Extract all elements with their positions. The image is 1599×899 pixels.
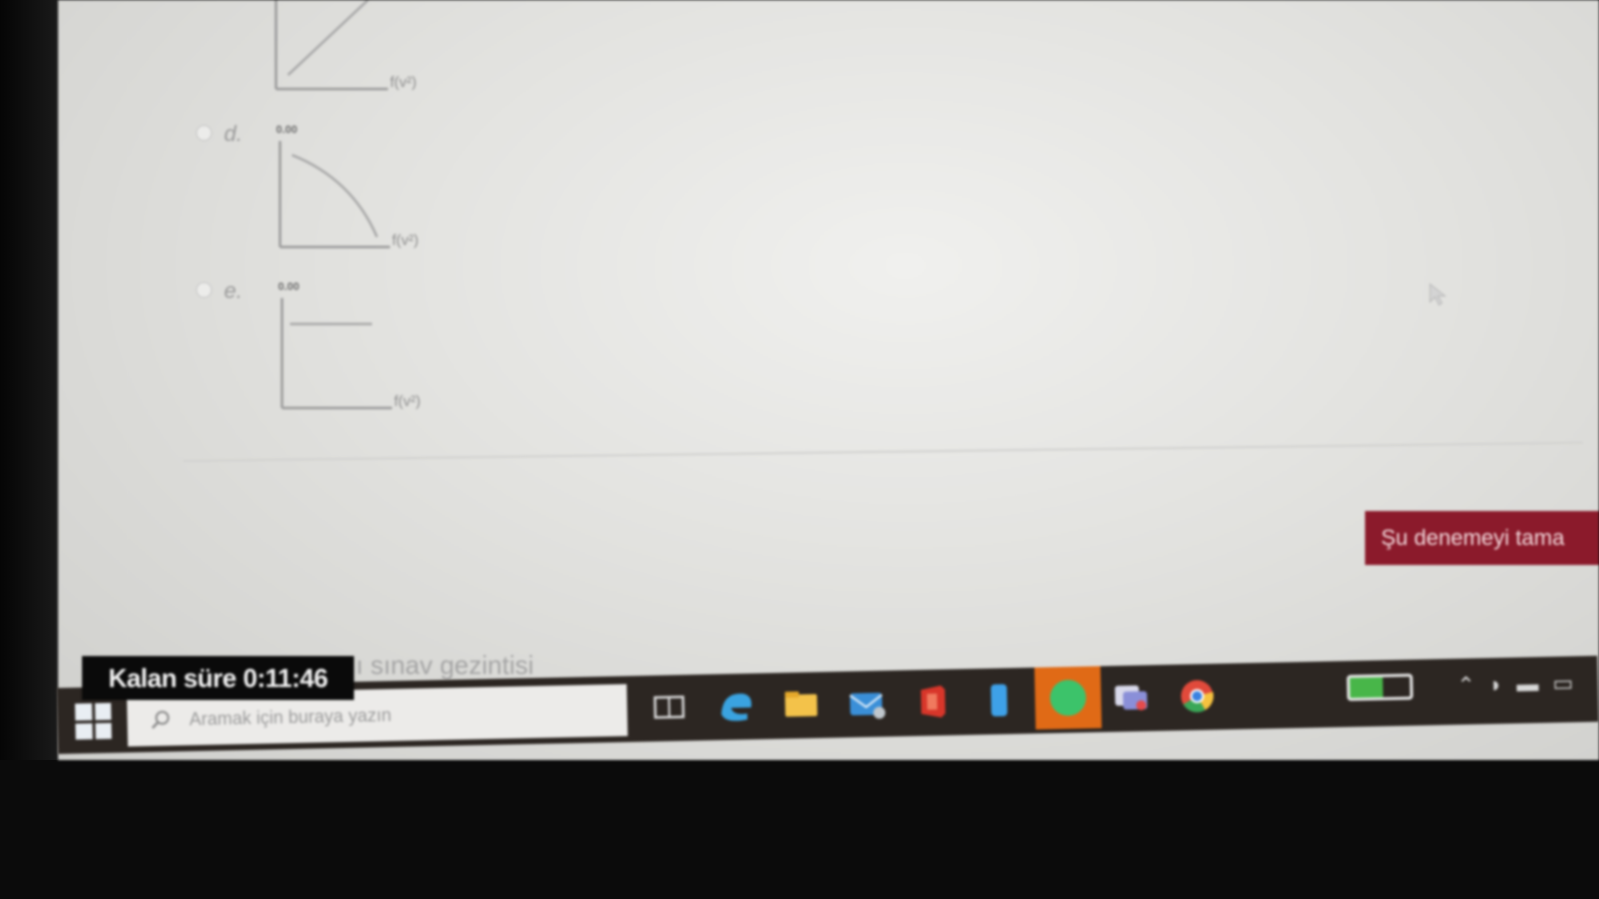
monitor-bottom-edge — [0, 760, 1599, 899]
mail-icon[interactable] — [845, 681, 890, 726]
edge-icon[interactable] — [713, 683, 758, 728]
option-d-radio[interactable] — [196, 125, 212, 141]
chrome-icon[interactable] — [1175, 674, 1220, 719]
option-d-chart: 0.00 f(v²) — [276, 124, 419, 249]
option-e-letter: e. — [224, 278, 243, 303]
office-icon[interactable] — [911, 679, 956, 724]
remaining-time-badge: Kalan süre 0:11:46 — [82, 656, 354, 700]
finish-attempt-button[interactable]: Şu denemeyi tama — [1365, 511, 1599, 565]
battery-icon[interactable] — [1346, 673, 1414, 701]
section-divider — [182, 441, 1583, 462]
screen: f(v²) d. 0.00 f(v²) e. 0.00 f(v²) Şu den… — [58, 0, 1599, 760]
option-e-y-label: 0.00 — [278, 281, 299, 293]
system-tray: ⌃ ◗ ▬ ▭ — [1346, 670, 1574, 701]
option-d-y-label: 0.00 — [276, 124, 297, 136]
option-c-x-label: f(v²) — [390, 74, 417, 91]
option-d-letter: d. — [224, 121, 243, 146]
spotify-icon[interactable] — [1034, 666, 1102, 730]
windows-start-icon[interactable] — [74, 702, 112, 740]
option-e-radio[interactable] — [196, 282, 212, 298]
keyboard-icon[interactable]: ▭ — [1552, 670, 1573, 696]
chevron-up-icon[interactable]: ⌃ — [1457, 672, 1476, 698]
search-placeholder: Aramak için buraya yazın — [189, 704, 392, 729]
task-view-icon[interactable] — [647, 685, 692, 730]
option-e-x-label: f(v²) — [394, 393, 421, 410]
option-d-x-label: f(v²) — [392, 232, 419, 249]
option-e-chart: 0.00 f(v²) — [278, 281, 421, 410]
phone-icon[interactable] — [977, 678, 1022, 723]
wifi-icon[interactable]: ◗ — [1489, 672, 1503, 698]
teams-icon[interactable] — [1109, 675, 1154, 720]
mouse-cursor-icon — [1429, 282, 1447, 306]
quiz-navigation-link[interactable]: ı sınav gezintisi — [356, 650, 534, 681]
option-c-chart: f(v²) — [274, 0, 417, 91]
file-explorer-icon[interactable] — [779, 682, 824, 727]
speaker-icon[interactable]: ▬ — [1516, 671, 1539, 697]
search-icon — [151, 710, 170, 729]
